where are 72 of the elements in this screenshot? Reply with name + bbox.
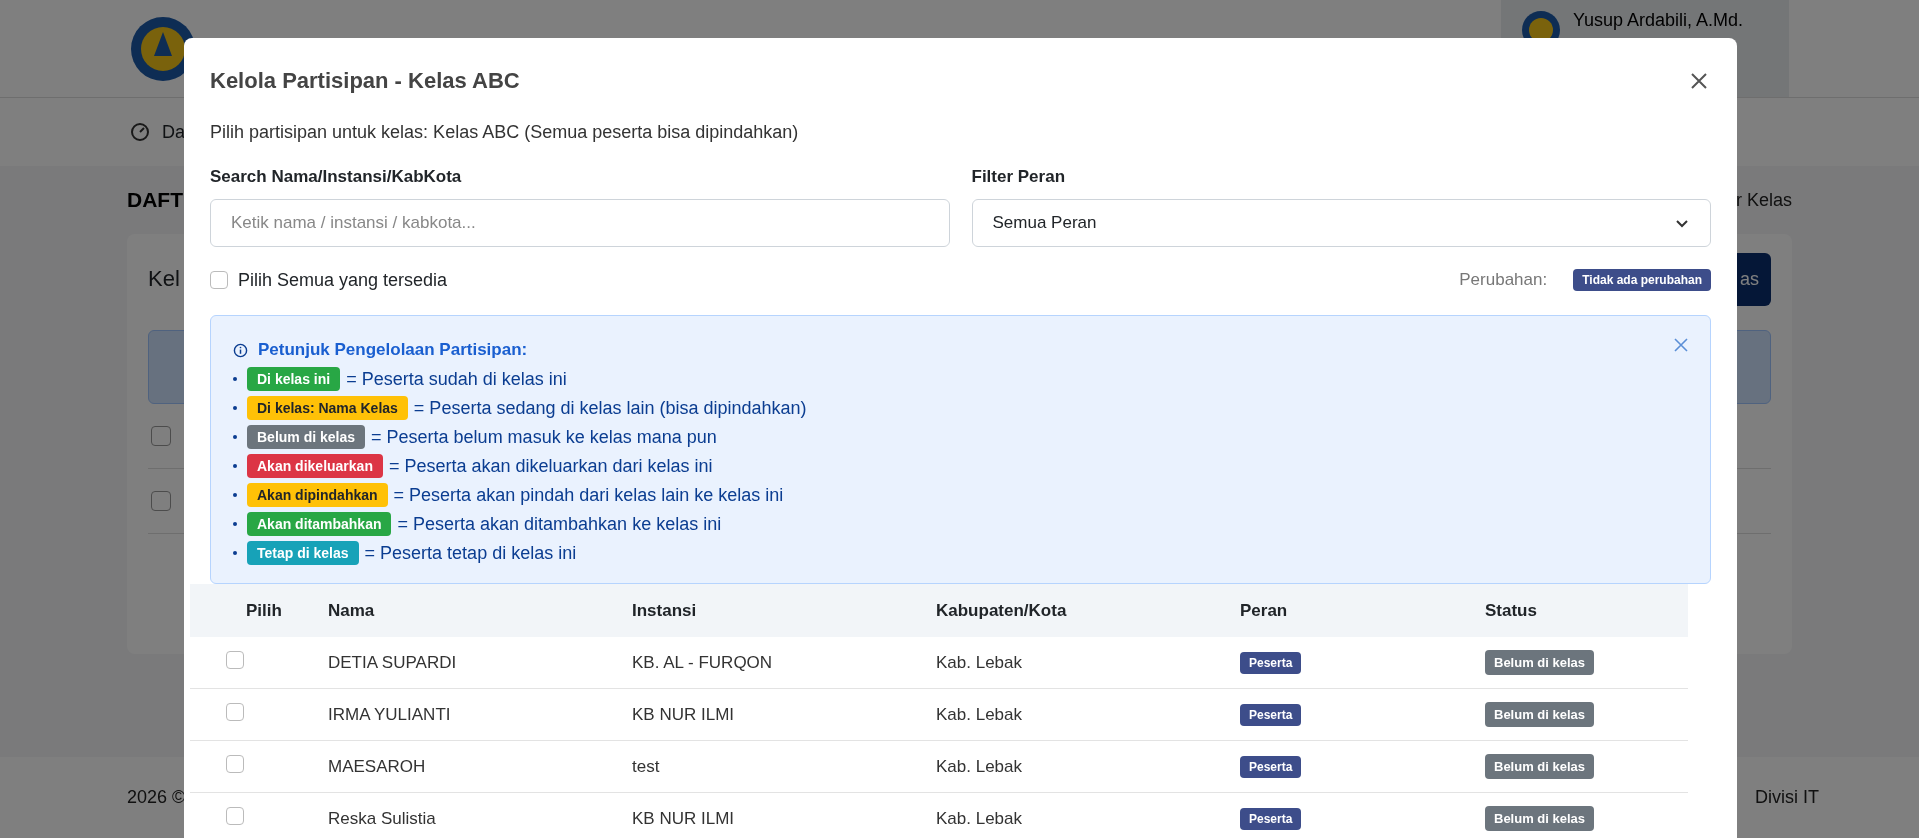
column-header: Status bbox=[1485, 584, 1688, 637]
legend-text: = Peserta sudah di kelas ini bbox=[346, 368, 567, 390]
column-header: Nama bbox=[328, 584, 632, 637]
status-badge: Belum di kelas bbox=[247, 425, 366, 449]
info-title: Petunjuk Pengelolaan Partisipan: bbox=[258, 340, 528, 360]
bullet-icon bbox=[233, 435, 237, 439]
changes-label: Perubahan: bbox=[1459, 270, 1548, 290]
checkbox-label[interactable]: Pilih Semua yang tersedia bbox=[238, 269, 448, 291]
dashboard-icon bbox=[130, 122, 150, 142]
status-badge: Di kelas: Nama Kelas bbox=[247, 396, 408, 420]
legend-text: = Peserta belum masuk ke kelas mana pun bbox=[371, 426, 717, 448]
role-dropdown[interactable]: Semua Peran bbox=[971, 199, 1711, 247]
role-badge: Peserta bbox=[1240, 651, 1302, 674]
status-badge: Belum di kelas bbox=[1485, 754, 1595, 779]
table-cell: KB NUR ILMI bbox=[632, 808, 735, 828]
role-badge: Peserta bbox=[1240, 755, 1302, 778]
table-cell: Kab. Lebak bbox=[936, 756, 1022, 776]
column-header: Instansi bbox=[632, 584, 936, 637]
table-cell: Kab. Lebak bbox=[936, 652, 1022, 672]
status-badge: Akan ditambahkan bbox=[247, 512, 392, 536]
search-field[interactable]: Ketik nama / instansi / kabkota... bbox=[210, 199, 950, 247]
table-cell: KB. AL - FURQON bbox=[632, 652, 773, 672]
legend-text: = Peserta akan dikeluarkan dari kelas ini bbox=[388, 455, 713, 477]
checkbox[interactable] bbox=[226, 807, 244, 825]
bullet-icon bbox=[233, 377, 237, 381]
dialog-subtitle: Pilih partisipan untuk kelas: Kelas ABC (Semua peserta bisa dipindahkan) bbox=[210, 122, 800, 143]
status-badge: Belum di kelas bbox=[1485, 806, 1595, 831]
status-badge: Belum di kelas bbox=[1485, 650, 1595, 675]
table-cell: DETIA SUPARDI bbox=[328, 652, 457, 672]
checkbox[interactable] bbox=[210, 271, 228, 289]
column-header: Pilih bbox=[190, 584, 328, 637]
status-badge: Di kelas ini bbox=[247, 367, 341, 391]
checkbox[interactable] bbox=[151, 491, 171, 511]
bullet-icon bbox=[233, 406, 237, 410]
checkbox[interactable] bbox=[226, 755, 244, 773]
table-cell: Kab. Lebak bbox=[936, 808, 1022, 828]
legend-text: = Peserta sedang di kelas lain (bisa dipindahkan) bbox=[413, 397, 807, 419]
dialog-title: Kelola Partisipan - Kelas ABC bbox=[210, 68, 520, 94]
field-label: Filter Peran bbox=[971, 167, 1067, 187]
checkbox[interactable] bbox=[151, 426, 171, 446]
changes-badge: Tidak ada perubahan bbox=[1573, 269, 1711, 291]
legend-text: = Peserta tetap di kelas ini bbox=[364, 542, 577, 564]
table-cell: MAESAROH bbox=[328, 756, 426, 776]
breadcrumb[interactable]: r Kelas bbox=[1735, 189, 1792, 211]
checkbox[interactable] bbox=[226, 703, 244, 721]
field-label: Search Nama/Instansi/KabKota bbox=[210, 167, 463, 187]
table-cell: test bbox=[632, 756, 660, 776]
table-cell: Kab. Lebak bbox=[936, 704, 1022, 724]
status-badge: Belum di kelas bbox=[1485, 702, 1595, 727]
info-icon bbox=[233, 342, 248, 358]
bullet-icon bbox=[233, 522, 237, 526]
footer-credit: Divisi IT bbox=[1755, 787, 1819, 808]
legend-text: = Peserta akan ditambahkan ke kelas ini bbox=[397, 513, 722, 535]
column-header: Peran bbox=[1240, 584, 1485, 637]
bullet-icon bbox=[233, 551, 237, 555]
table-cell: Reska Sulistia bbox=[328, 808, 436, 828]
checkbox[interactable] bbox=[226, 651, 244, 669]
role-badge: Peserta bbox=[1240, 807, 1302, 830]
table-cell: IRMA YULIANTI bbox=[328, 704, 451, 724]
role-badge: Peserta bbox=[1240, 703, 1302, 726]
user-name: Yusup Ardabili, A.Md. bbox=[1573, 10, 1744, 31]
nav-item[interactable]: Da bbox=[162, 121, 185, 143]
status-badge: Akan dipindahkan bbox=[247, 483, 388, 507]
page-heading: DAFT bbox=[127, 188, 183, 212]
status-badge: Tetap di kelas bbox=[247, 541, 359, 565]
table-cell: KB NUR ILMI bbox=[632, 704, 735, 724]
card-title: Kel bbox=[148, 266, 180, 292]
bullet-icon bbox=[233, 464, 237, 468]
legend-text: = Peserta akan pindah dari kelas lain ke kelas ini bbox=[393, 484, 784, 506]
bullet-icon bbox=[233, 493, 237, 497]
column-header: Kabupaten/Kota bbox=[936, 584, 1240, 637]
status-badge: Akan dikeluarkan bbox=[247, 454, 383, 478]
